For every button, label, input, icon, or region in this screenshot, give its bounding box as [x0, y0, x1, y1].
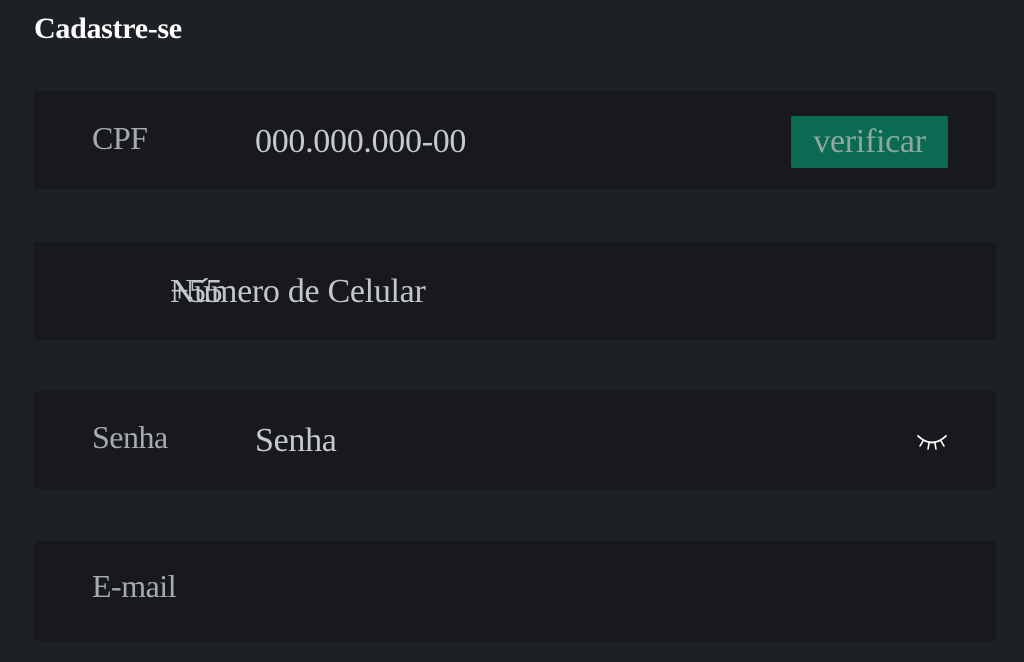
cpf-field[interactable]: CPF 000.000.000-00 verificar [34, 91, 996, 189]
cpf-label: CPF [92, 120, 148, 156]
cpf-input[interactable]: 000.000.000-00 [255, 123, 466, 161]
phone-field[interactable]: +55 Número de Celular [34, 242, 996, 340]
eye-closed-icon[interactable] [915, 429, 949, 453]
email-input[interactable]: E-mail [92, 568, 177, 605]
password-label: Senha [92, 419, 168, 455]
email-field[interactable]: E-mail [34, 541, 996, 641]
phone-input[interactable]: Número de Celular [170, 273, 426, 311]
page-title: Cadastre-se [34, 12, 182, 45]
password-field[interactable]: Senha Senha [34, 391, 996, 489]
password-input[interactable]: Senha [255, 422, 337, 460]
verify-button[interactable]: verificar [791, 116, 948, 168]
